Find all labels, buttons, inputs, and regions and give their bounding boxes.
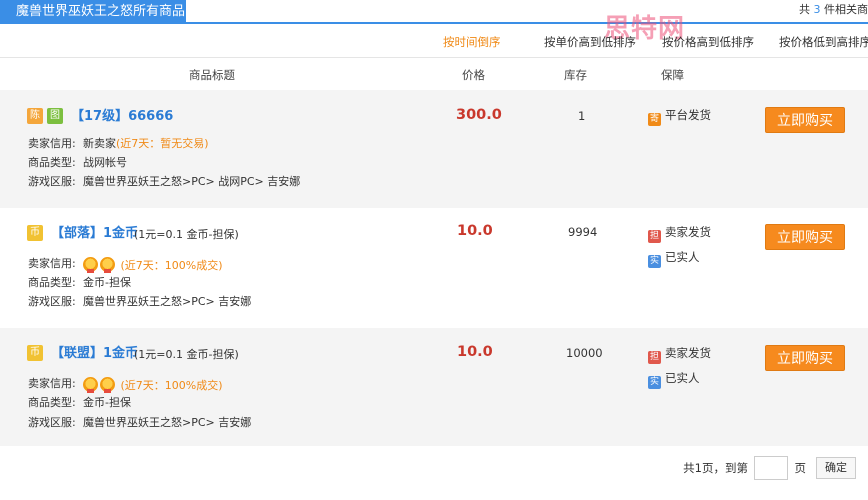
item-title-link[interactable]: 【联盟】1金币 bbox=[51, 345, 138, 363]
guarantee-seller: 担卖家发货 bbox=[648, 346, 711, 364]
coin-badge-icon: 币 bbox=[27, 225, 43, 241]
guarantee-seller: 担卖家发货 bbox=[648, 225, 711, 243]
column-stock: 库存 bbox=[564, 68, 587, 82]
seller-credit: 卖家信用: (近7天：100%成交) bbox=[28, 257, 223, 273]
medal-icon bbox=[100, 377, 115, 393]
item-stock: 9994 bbox=[568, 225, 598, 239]
sort-by-time[interactable]: 按时间倒序 bbox=[443, 34, 501, 50]
game-server: 游戏区服: 魔兽世界巫妖王之怒>PC> 吉安娜 bbox=[28, 295, 252, 308]
sort-by-price-desc[interactable]: 按价格高到低排序 bbox=[662, 34, 754, 50]
column-price: 价格 bbox=[462, 68, 485, 82]
medal-icon bbox=[83, 377, 98, 393]
item-type: 商品类型: 金币-担保 bbox=[28, 396, 131, 409]
escrow-icon: 担 bbox=[648, 351, 661, 364]
medal-icon bbox=[100, 257, 115, 273]
medal-icon bbox=[83, 257, 98, 273]
sort-by-unit-price-desc[interactable]: 按单价高到低排序 bbox=[544, 34, 636, 50]
item-stock: 10000 bbox=[566, 346, 603, 360]
page-unit: 页 bbox=[794, 461, 807, 475]
page-title: 魔兽世界巫妖王之怒所有商品 bbox=[0, 0, 186, 24]
confirm-page-button[interactable]: 确定 bbox=[816, 457, 856, 479]
guarantee-verified: 实已实人 bbox=[648, 250, 700, 268]
guarantee-verified: 实已实人 bbox=[648, 371, 700, 389]
item-type: 商品类型: 战网帐号 bbox=[28, 156, 127, 169]
item-price: 10.0 bbox=[457, 344, 493, 360]
verified-user-icon: 实 bbox=[648, 376, 661, 389]
item-subtitle: (1元=0.1 金币-担保) bbox=[134, 348, 239, 361]
page-number-input[interactable] bbox=[754, 456, 788, 480]
guarantee-platform: 寄平台发货 bbox=[648, 108, 711, 126]
item-stock: 1 bbox=[578, 109, 586, 123]
item-type: 商品类型: 金币-担保 bbox=[28, 276, 131, 289]
escrow-icon: 担 bbox=[648, 230, 661, 243]
buy-now-button[interactable]: 立即购买 bbox=[765, 345, 845, 371]
seller-credit: 卖家信用: (近7天：100%成交) bbox=[28, 377, 223, 393]
item-price: 300.0 bbox=[456, 107, 502, 123]
buy-now-button[interactable]: 立即购买 bbox=[765, 107, 845, 133]
page-summary: 共1页，到第 bbox=[683, 461, 748, 475]
table-row: 币 【部落】1金币 (1元=0.1 金币-担保) 卖家信用: (近7天：100%… bbox=[0, 208, 868, 326]
item-title-link[interactable]: 【17级】66666 bbox=[71, 108, 173, 126]
pagination: 共1页，到第 页 确定 bbox=[656, 456, 856, 480]
item-subtitle: (1元=0.1 金币-担保) bbox=[134, 228, 239, 241]
game-server: 游戏区服: 魔兽世界巫妖王之怒>PC> 吉安娜 bbox=[28, 416, 252, 429]
table-row: 陈 图 【17级】66666 卖家信用: 新卖家(近7天：暂无交易) 商品类型:… bbox=[0, 90, 868, 208]
result-count: 共 3 件相关商 bbox=[799, 3, 868, 16]
sort-by-price-asc[interactable]: 按价格低到高排序 bbox=[779, 34, 868, 50]
seller-credit: 卖家信用: 新卖家(近7天：暂无交易) bbox=[28, 137, 209, 150]
top-bar: 魔兽世界巫妖王之怒所有商品 共 3 件相关商 bbox=[0, 0, 868, 24]
item-title-link[interactable]: 【部落】1金币 bbox=[51, 225, 138, 243]
mail-icon: 寄 bbox=[648, 113, 661, 126]
coin-badge-icon: 币 bbox=[27, 345, 43, 361]
column-title: 商品标题 bbox=[189, 68, 235, 82]
verified-user-icon: 实 bbox=[648, 255, 661, 268]
chen-badge-icon: 陈 bbox=[27, 108, 43, 124]
image-badge-icon: 图 bbox=[47, 108, 63, 124]
game-server: 游戏区服: 魔兽世界巫妖王之怒>PC> 战网PC> 吉安娜 bbox=[28, 175, 301, 188]
column-guarantee: 保障 bbox=[661, 68, 684, 82]
table-header: 商品标题 价格 库存 保障 bbox=[0, 58, 868, 90]
item-price: 10.0 bbox=[457, 223, 493, 239]
sort-bar: 按时间倒序 按单价高到低排序 按价格高到低排序 按价格低到高排序 bbox=[0, 26, 868, 58]
table-row: 币 【联盟】1金币 (1元=0.1 金币-担保) 卖家信用: (近7天：100%… bbox=[0, 328, 868, 446]
buy-now-button[interactable]: 立即购买 bbox=[765, 224, 845, 250]
